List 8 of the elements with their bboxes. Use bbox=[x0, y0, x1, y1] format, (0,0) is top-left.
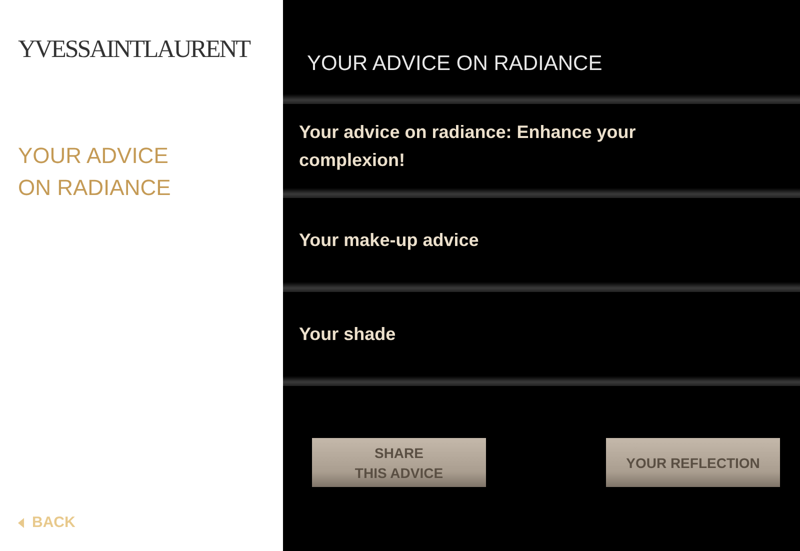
action-button[interactable]: SHARE THIS ADVICE bbox=[312, 438, 486, 487]
advice-item[interactable]: Your shade bbox=[299, 320, 396, 348]
advice-item[interactable]: Your advice on radiance: Enhance your complexion! bbox=[299, 118, 739, 174]
brand-logo: YVESSAINTLAURENT bbox=[18, 36, 250, 64]
section-title: YOUR ADVICE ON RADIANCE bbox=[18, 142, 171, 202]
back-arrow-icon bbox=[18, 518, 24, 528]
page-title: YOUR ADVICE ON RADIANCE bbox=[306, 51, 602, 77]
advice-item[interactable]: Your make-up advice bbox=[299, 226, 479, 254]
